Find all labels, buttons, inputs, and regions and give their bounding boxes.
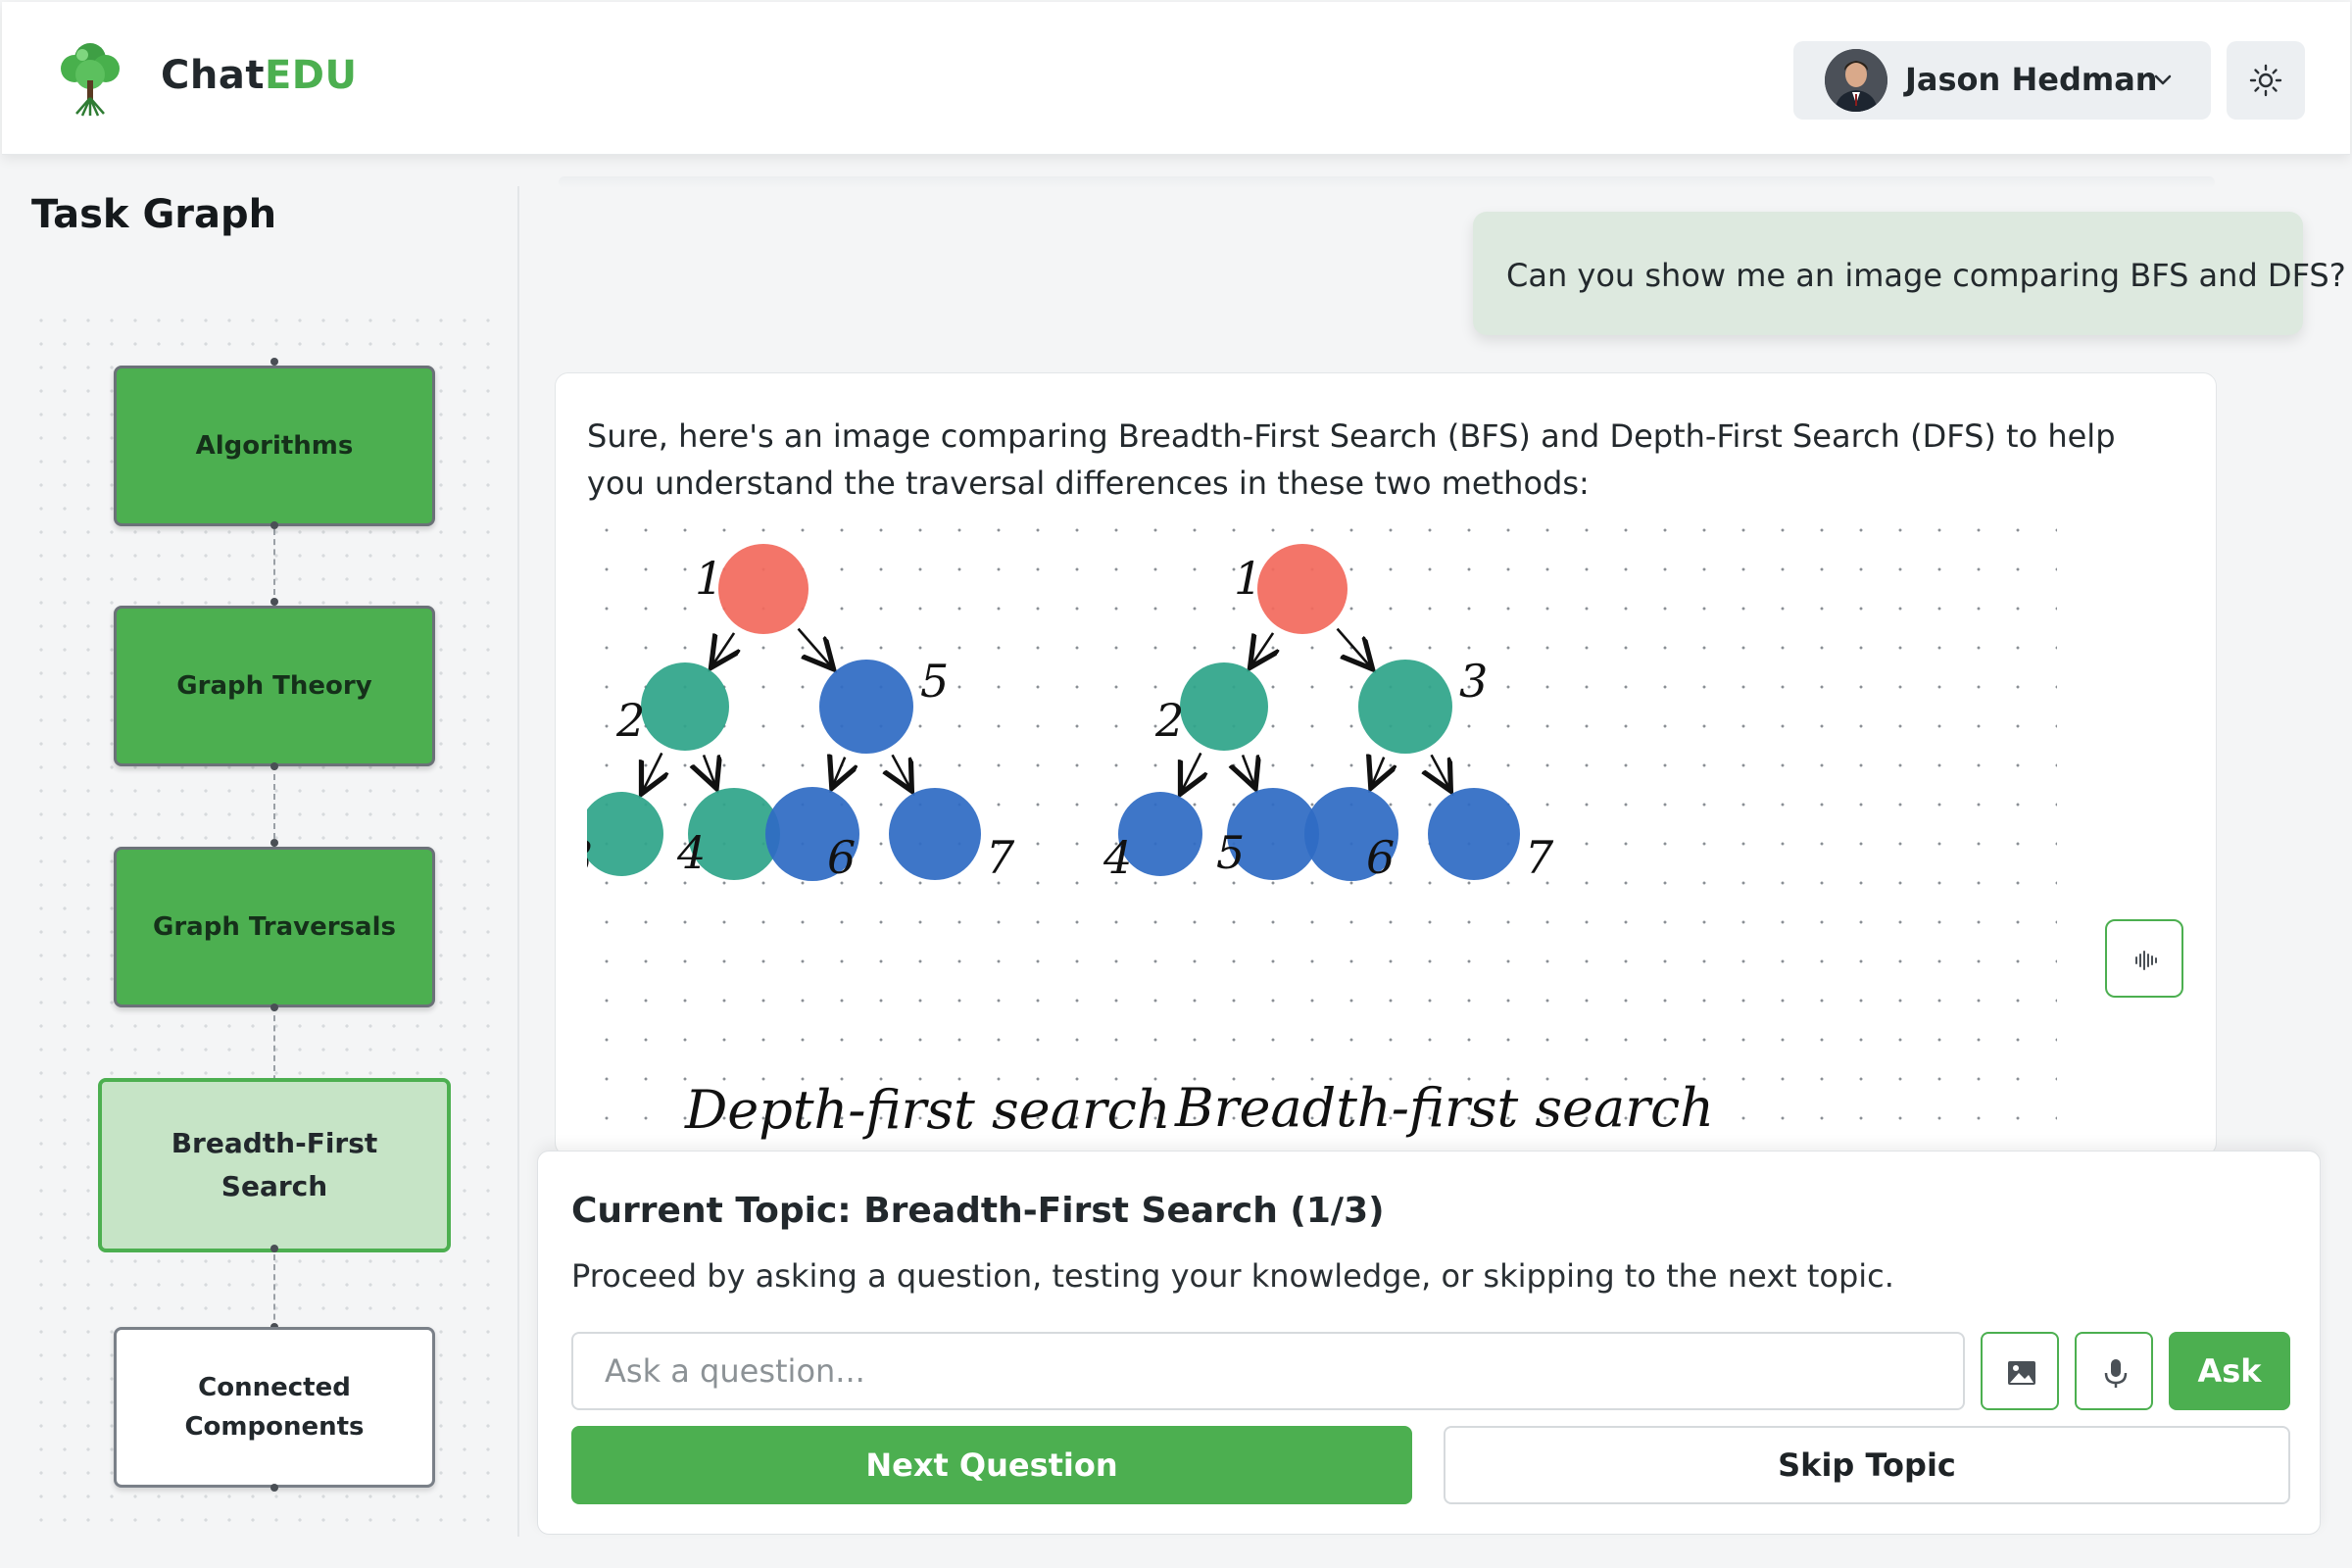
task-node-label: Algorithms — [195, 431, 354, 461]
bfs-edge — [1252, 632, 1273, 663]
chat-scroll-shadow — [559, 176, 2215, 188]
node-port — [270, 839, 278, 847]
node-port — [270, 521, 278, 529]
dfs-label-3: 3 — [587, 831, 593, 884]
user-message-bubble: Can you show me an image comparing BFS a… — [1473, 212, 2346, 335]
dfs-node-7 — [889, 788, 981, 880]
dfs-node-5 — [819, 660, 913, 754]
image-icon — [2008, 1361, 2035, 1385]
node-port — [270, 598, 278, 606]
task-node-label: Graph Theory — [176, 671, 372, 701]
dfs-edge — [713, 632, 734, 663]
question-input[interactable] — [571, 1332, 1965, 1410]
bfs-label-3: 3 — [1459, 655, 1488, 708]
bfs-label-1: 1 — [1234, 552, 1262, 605]
bfs-label-2: 2 — [1154, 694, 1184, 747]
user-menu-button[interactable]: Jason Hedman — [1793, 41, 2211, 120]
node-port — [270, 358, 278, 366]
current-topic-title: Current Topic: Breadth-First Search (1/3… — [571, 1191, 1385, 1231]
assistant-message-card: Sure, here's an image comparing Breadth-… — [555, 372, 2217, 1156]
brand-logo-text: ChatEDU — [161, 53, 357, 98]
node-port — [270, 1484, 278, 1492]
dfs-edge — [644, 752, 662, 789]
node-port — [270, 762, 278, 770]
tree-diagram: 1 2 5 3 4 6 7 1 2 3 4 5 6 7 Depth-first search Breadt… — [564, 544, 1714, 1141]
app-header: ChatEDU Jason Hedman — [2, 2, 2350, 155]
dfs-edge — [704, 755, 714, 783]
theme-toggle-button[interactable] — [2227, 41, 2305, 120]
bfs-edge — [1373, 758, 1384, 784]
tree-logo-icon — [49, 37, 131, 120]
skip-topic-button[interactable]: Skip Topic — [1444, 1426, 2290, 1504]
sun-icon — [2249, 64, 2282, 97]
bfs-node-2 — [1180, 662, 1268, 751]
bfs-edge — [1336, 627, 1370, 665]
ask-button[interactable]: Ask — [2169, 1332, 2290, 1410]
bfs-node-3 — [1358, 660, 1452, 754]
dfs-caption: Depth-first search — [684, 1079, 1171, 1141]
bfs-node-1 — [1257, 544, 1348, 634]
dfs-edge — [834, 758, 845, 784]
topic-panel: Current Topic: Breadth-First Search (1/3… — [537, 1151, 2321, 1535]
dfs-label-2: 2 — [615, 694, 645, 747]
task-node-breadth-first-search[interactable]: Breadth-First Search — [98, 1078, 451, 1252]
dfs-node-2 — [641, 662, 729, 751]
assistant-message-text: Sure, here's an image comparing Breadth-… — [587, 417, 2116, 502]
next-question-button[interactable]: Next Question — [571, 1426, 1412, 1504]
user-message-text: Can you show me an image comparing BFS a… — [1506, 257, 2346, 294]
dfs-label-4: 4 — [676, 826, 706, 879]
dfs-node-1 — [718, 544, 808, 634]
bfs-edge — [1432, 754, 1448, 786]
read-aloud-button[interactable] — [2105, 919, 2183, 998]
bfs-label-5: 5 — [1216, 826, 1245, 879]
task-graph-sidebar: Task Graph Algorithms Graph Theory Graph… — [0, 157, 519, 1568]
bfs-dfs-comparison-image: 1 2 5 3 4 6 7 1 2 3 4 5 6 7 Depth-first search Breadt… — [564, 511, 2057, 1155]
audio-waveform-icon — [2135, 951, 2157, 970]
microphone-icon — [2104, 1359, 2128, 1388]
brand-part-edu: EDU — [264, 53, 358, 98]
topic-instructions: Proceed by asking a question, testing yo… — [571, 1257, 1894, 1295]
chevron-down-icon — [2154, 74, 2172, 85]
sidebar-divider — [517, 186, 519, 1537]
dfs-label-7: 7 — [986, 831, 1015, 884]
task-node-label-line2: Search — [220, 1170, 328, 1202]
task-node-connected-components[interactable]: Connected Components — [114, 1327, 435, 1488]
node-port — [270, 1245, 278, 1252]
dfs-node-3 — [579, 792, 663, 876]
bfs-caption: Breadth-first search — [1174, 1077, 1714, 1139]
task-node-label-line1: Breadth-First — [171, 1127, 378, 1159]
bfs-edge — [1243, 755, 1253, 783]
bfs-node-7 — [1428, 788, 1520, 880]
brand-part-chat: Chat — [161, 53, 265, 98]
bfs-label-6: 6 — [1366, 831, 1395, 884]
task-node-algorithms[interactable]: Algorithms — [114, 366, 435, 526]
task-node-label-line1: Connected — [198, 1373, 351, 1402]
dfs-label-6: 6 — [827, 831, 856, 884]
bfs-edge — [1183, 752, 1200, 789]
dfs-label-1: 1 — [695, 552, 723, 605]
dfs-edge — [797, 627, 831, 665]
sidebar-title: Task Graph — [31, 192, 277, 237]
user-name: Jason Hedman — [1905, 61, 2158, 98]
task-node-label: Graph Traversals — [153, 912, 396, 942]
task-node-graph-traversals[interactable]: Graph Traversals — [114, 847, 435, 1007]
node-port — [270, 1004, 278, 1011]
voice-input-button[interactable] — [2075, 1332, 2153, 1410]
dfs-label-5: 5 — [920, 655, 949, 708]
image-upload-button[interactable] — [1981, 1332, 2059, 1410]
task-node-graph-theory[interactable]: Graph Theory — [114, 606, 435, 766]
dfs-edge — [893, 754, 909, 786]
task-node-label-line2: Components — [184, 1412, 365, 1442]
bfs-label-4: 4 — [1102, 831, 1132, 884]
bfs-label-7: 7 — [1525, 831, 1554, 884]
avatar — [1825, 49, 1887, 112]
